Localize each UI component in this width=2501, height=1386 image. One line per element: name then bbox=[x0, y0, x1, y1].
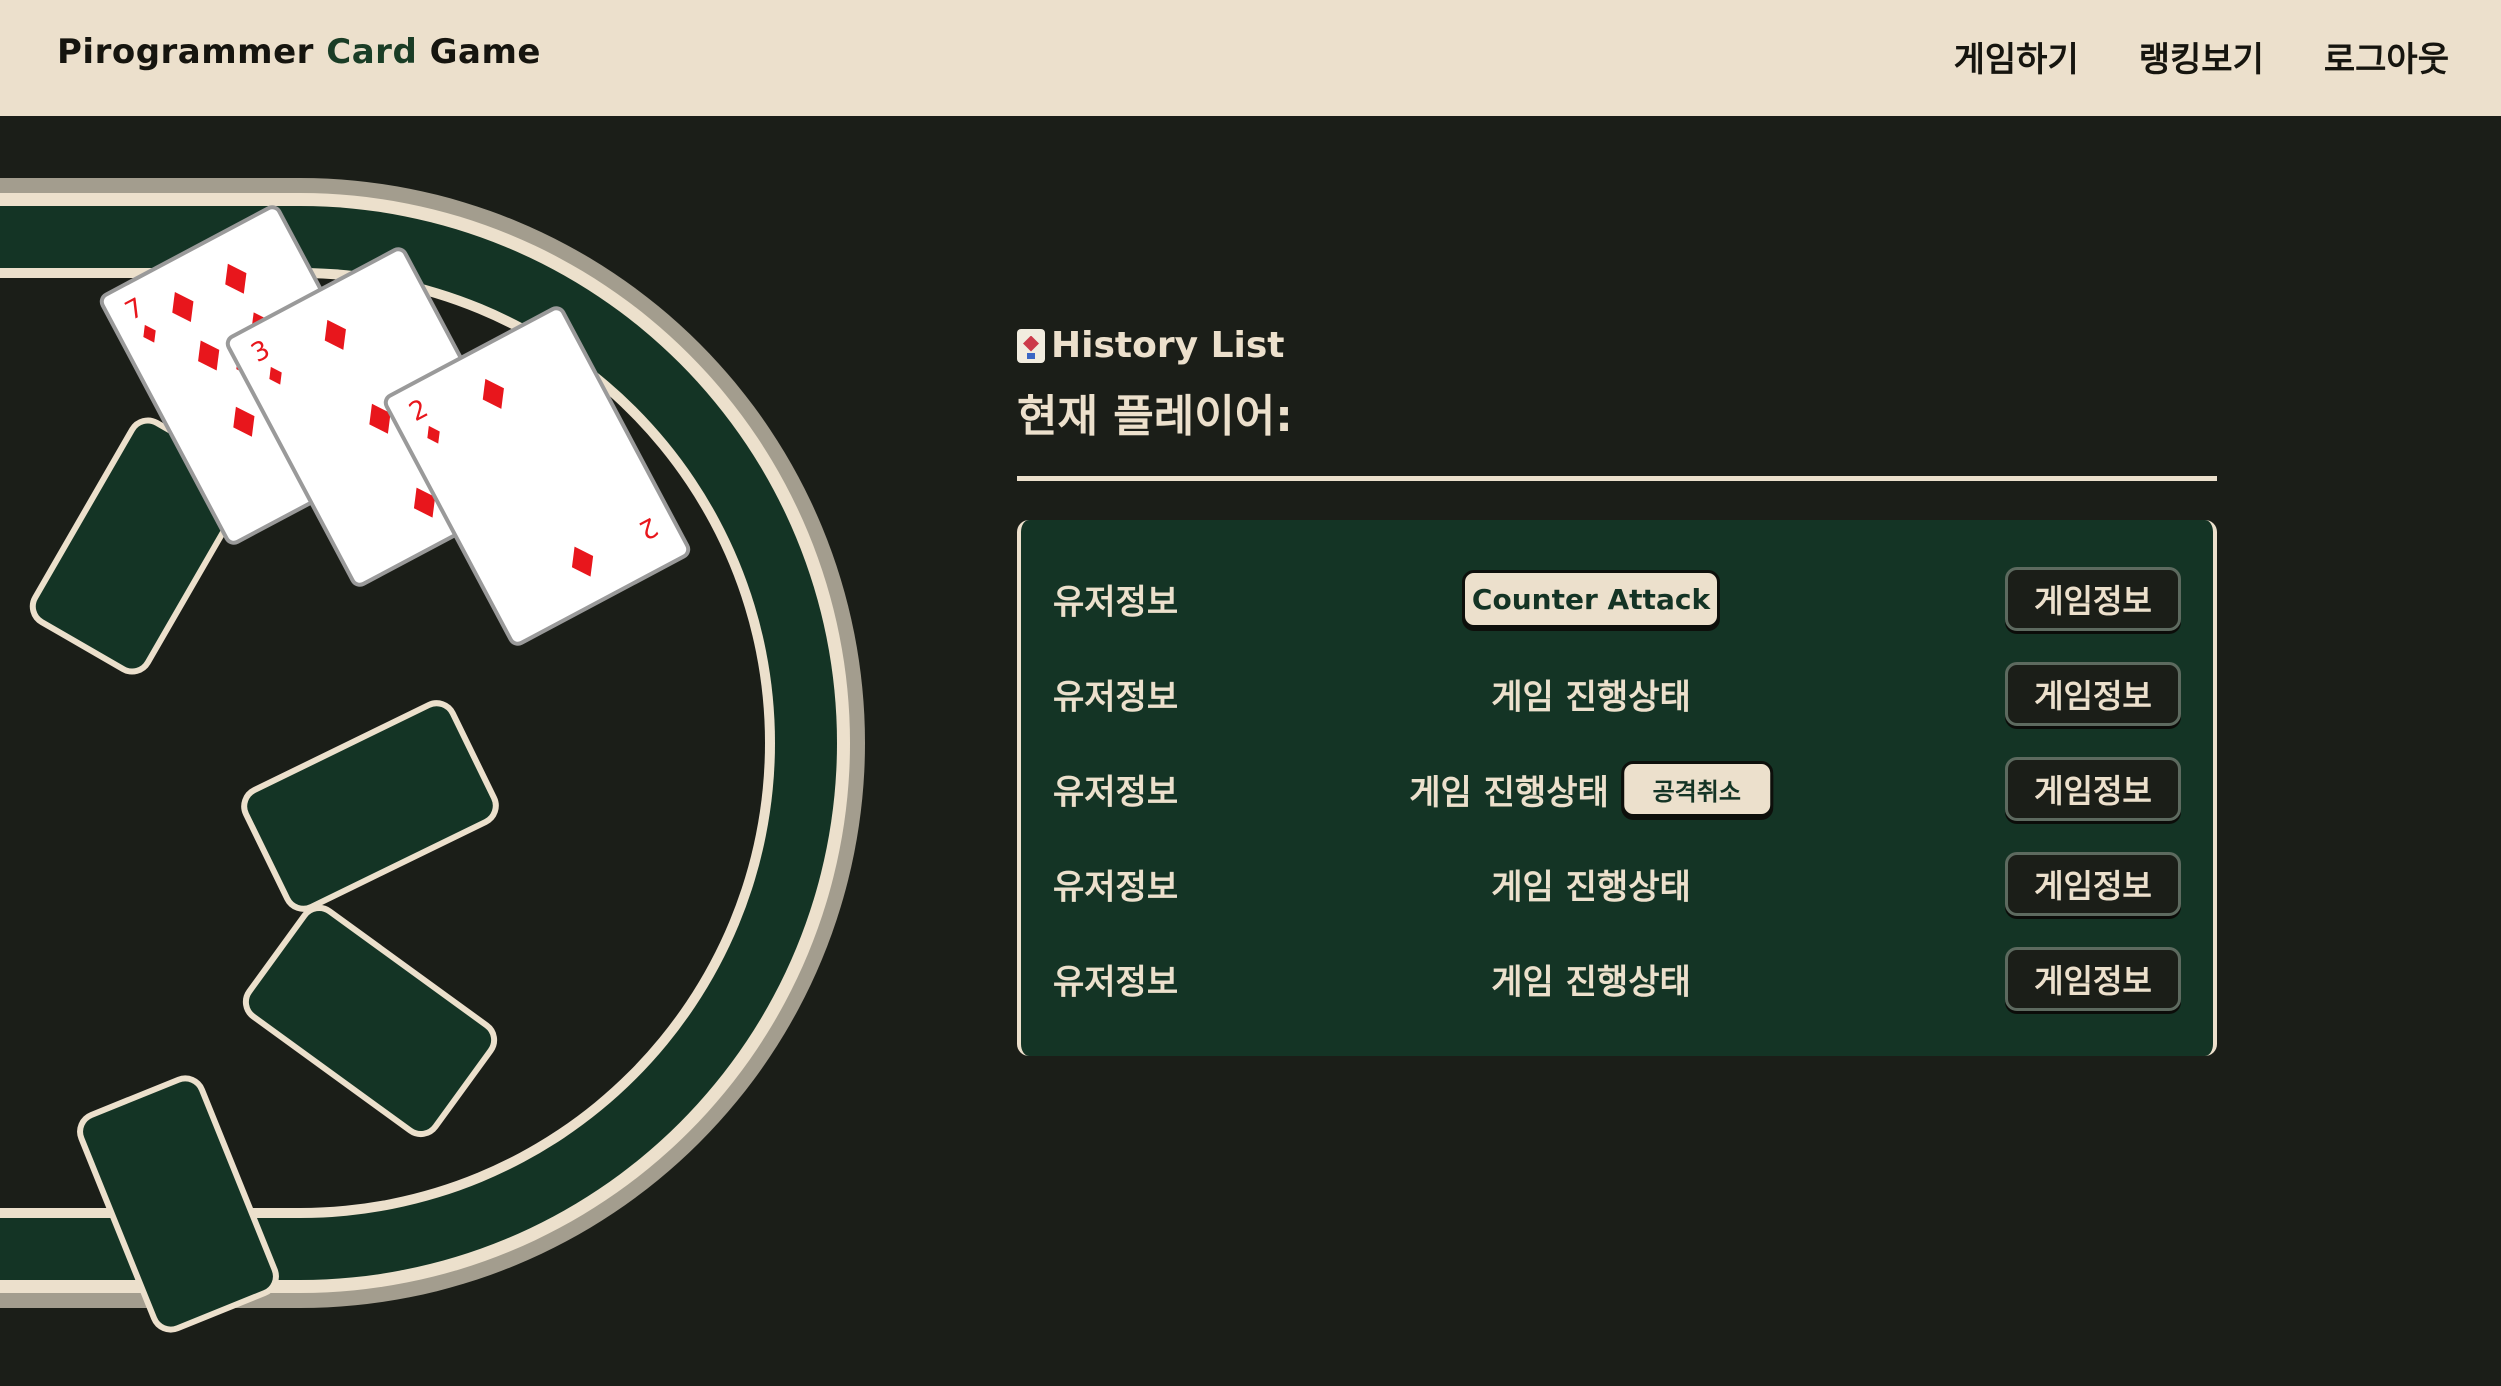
user-info[interactable]: 유저정보 bbox=[1053, 860, 1178, 909]
cancel-attack-button[interactable]: 공격취소 bbox=[1620, 761, 1773, 817]
history-list-panel: 유저정보 Counter Attack 게임정보 유저정보 게임 진행상태 게임… bbox=[1017, 520, 2217, 1056]
row-center: 게임 진행상태 bbox=[1491, 670, 1691, 719]
game-info-button[interactable]: 게임정보 bbox=[2005, 567, 2181, 631]
row-center: 게임 진행상태 bbox=[1491, 860, 1691, 909]
current-player-label: 현재 플레이어: bbox=[1017, 391, 1293, 442]
history-row: 유저정보 게임 진행상태 게임정보 bbox=[1021, 849, 2213, 919]
history-row: 유저정보 게임 진행상태 공격취소 게임정보 bbox=[1021, 754, 2213, 824]
user-info[interactable]: 유저정보 bbox=[1053, 765, 1178, 814]
history-header: History List 현재 플레이어: bbox=[1017, 325, 1293, 444]
game-info-button[interactable]: 게임정보 bbox=[2005, 662, 2181, 726]
brand-title[interactable]: Pirogrammer Card Game bbox=[57, 32, 541, 72]
user-info[interactable]: 유저정보 bbox=[1053, 575, 1178, 624]
row-center: Counter Attack bbox=[1462, 570, 1720, 628]
history-title-line: History List bbox=[1017, 325, 1293, 366]
row-center: 게임 진행상태 공격취소 bbox=[1409, 761, 1773, 817]
game-status: 게임 진행상태 bbox=[1491, 962, 1691, 1003]
top-nav-bar: Pirogrammer Card Game 게임하기 랭킹보기 로그아웃 bbox=[0, 0, 2501, 116]
history-row: 유저정보 Counter Attack 게임정보 bbox=[1021, 564, 2213, 634]
nav-play-game[interactable]: 게임하기 bbox=[1954, 32, 2079, 81]
brand-suffix: Game bbox=[417, 32, 541, 72]
game-info-button[interactable]: 게임정보 bbox=[2005, 947, 2181, 1011]
game-status: 게임 진행상태 bbox=[1409, 772, 1609, 813]
history-row: 유저정보 게임 진행상태 게임정보 bbox=[1021, 944, 2213, 1014]
main-nav: 게임하기 랭킹보기 로그아웃 bbox=[1954, 32, 2449, 81]
joker-card-icon bbox=[1017, 328, 1045, 363]
nav-logout[interactable]: 로그아웃 bbox=[2324, 32, 2449, 81]
brand-prefix: Pirogrammer bbox=[57, 32, 327, 72]
counter-attack-button[interactable]: Counter Attack bbox=[1462, 570, 1720, 628]
game-status: 게임 진행상태 bbox=[1491, 677, 1691, 718]
game-info-button[interactable]: 게임정보 bbox=[2005, 852, 2181, 916]
user-info[interactable]: 유저정보 bbox=[1053, 955, 1178, 1004]
card-table-illustration: 7 3 2 2 bbox=[0, 178, 865, 1333]
nav-ranking[interactable]: 랭킹보기 bbox=[2139, 32, 2264, 81]
history-title: History List bbox=[1051, 325, 1285, 366]
history-row: 유저정보 게임 진행상태 게임정보 bbox=[1021, 659, 2213, 729]
game-status: 게임 진행상태 bbox=[1491, 867, 1691, 908]
section-divider bbox=[1017, 476, 2217, 481]
game-info-button[interactable]: 게임정보 bbox=[2005, 757, 2181, 821]
user-info[interactable]: 유저정보 bbox=[1053, 670, 1178, 719]
brand-accent: Card bbox=[326, 32, 418, 72]
row-center: 게임 진행상태 bbox=[1491, 955, 1691, 1004]
